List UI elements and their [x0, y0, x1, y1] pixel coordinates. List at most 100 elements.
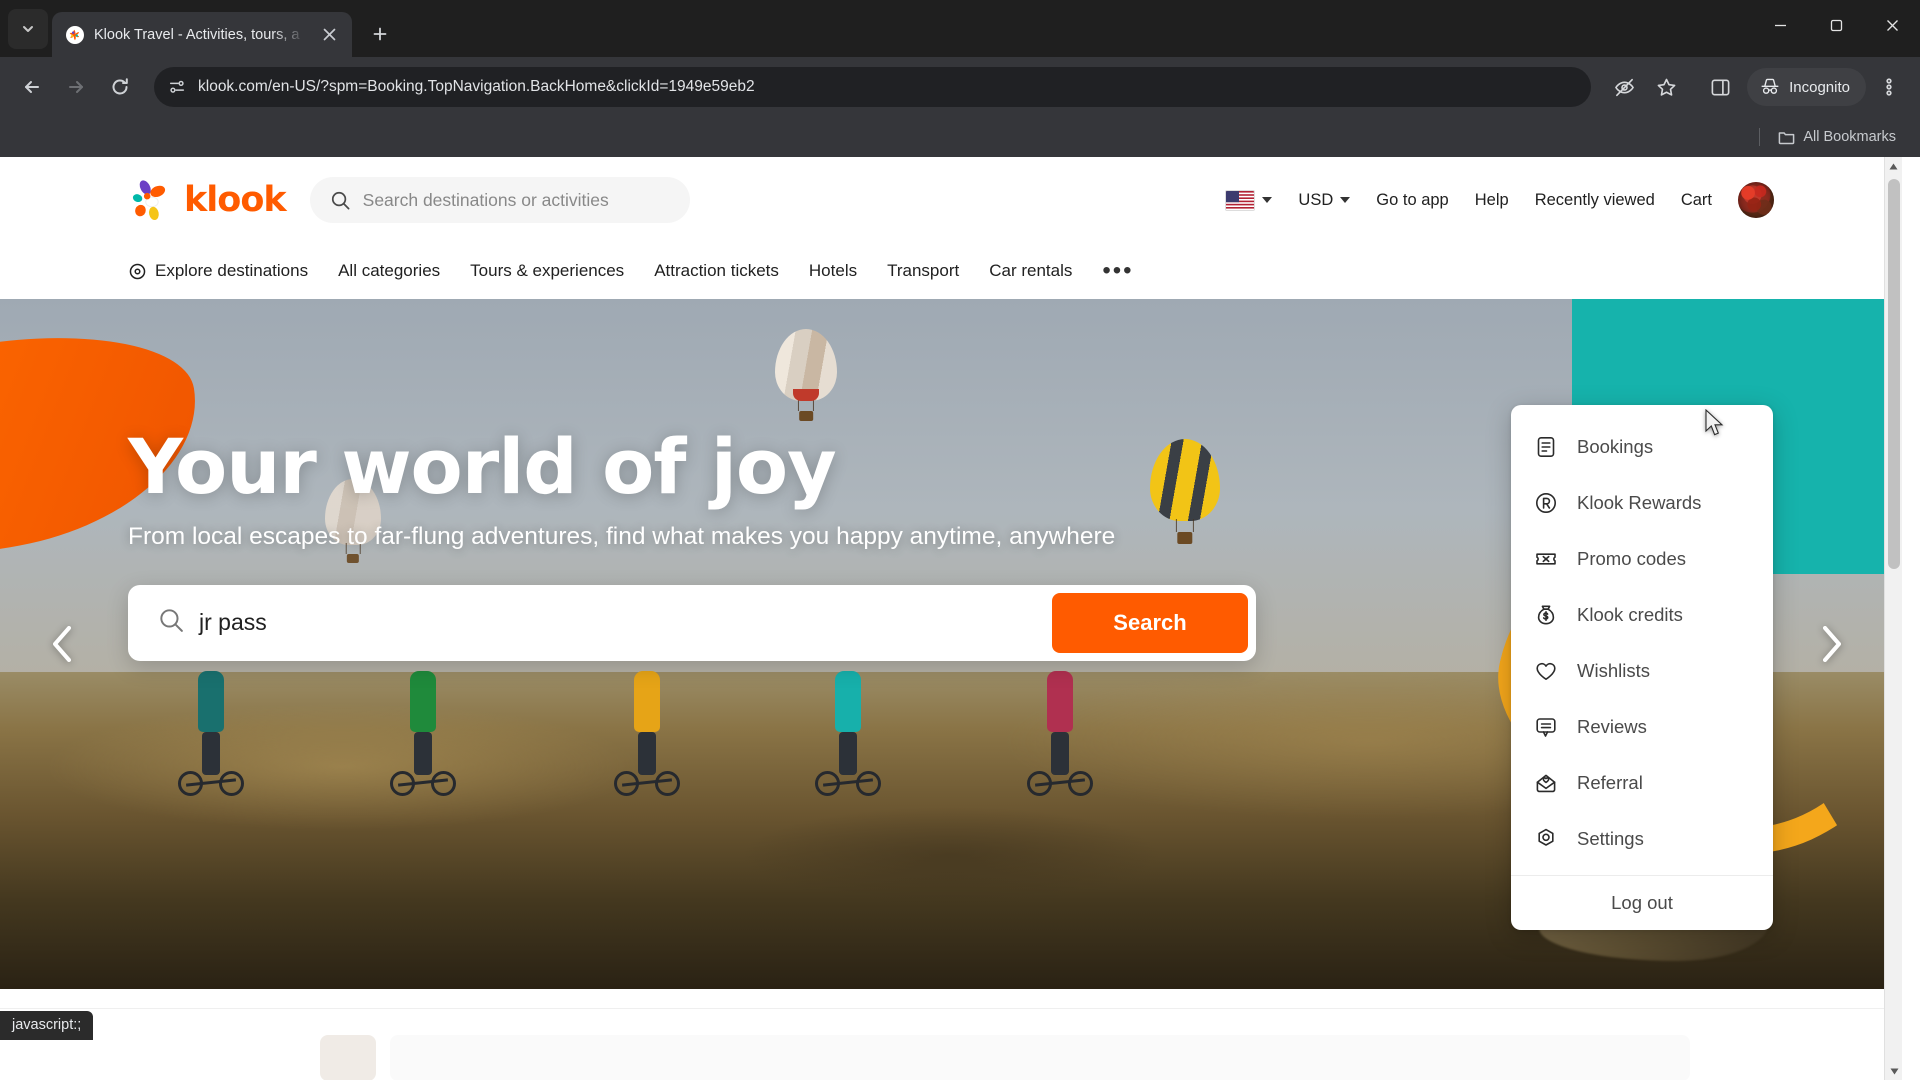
back-icon[interactable]: [12, 67, 52, 107]
browser-tab[interactable]: Klook Travel - Activities, tours, a: [52, 12, 352, 57]
header-link-cart[interactable]: Cart: [1681, 191, 1712, 210]
tracking-protection-icon[interactable]: [1605, 68, 1643, 106]
site-info-icon[interactable]: [168, 78, 186, 96]
page-viewport: klook Search destinations or activities: [0, 157, 1920, 1080]
nav-item-attraction-tickets[interactable]: Attraction tickets: [654, 261, 779, 281]
browser-window: Klook Travel - Activities, tours, a kloo…: [0, 0, 1920, 1080]
status-bubble: javascript:;: [0, 1011, 94, 1040]
klook-logo[interactable]: klook: [128, 177, 287, 223]
menu-item-label: Reviews: [1577, 716, 1647, 737]
site-header: klook Search destinations or activities: [0, 157, 1902, 243]
header-link-help[interactable]: Help: [1475, 191, 1509, 210]
window-controls: [1752, 0, 1920, 50]
browser-toolbar: klook.com/en-US/?spm=Booking.TopNavigati…: [0, 57, 1920, 117]
reload-icon[interactable]: [100, 67, 140, 107]
tab-search-icon[interactable]: [8, 9, 48, 49]
circled-r-icon: [1533, 490, 1559, 516]
currency-selector[interactable]: USD: [1298, 190, 1351, 210]
menu-item-label: Referral: [1577, 772, 1643, 793]
document-list-icon: [1533, 434, 1559, 460]
scrollbar-thumb[interactable]: [1888, 179, 1900, 569]
menu-item-settings[interactable]: Settings: [1511, 811, 1773, 867]
new-tab-button[interactable]: [362, 16, 398, 52]
menu-item-klook-credits[interactable]: Klook credits: [1511, 587, 1773, 643]
bookmarks-divider: [1759, 128, 1761, 146]
side-panel-icon[interactable]: [1701, 68, 1739, 106]
us-flag-icon: [1225, 189, 1256, 211]
money-bag-icon: [1533, 602, 1559, 628]
menu-item-bookings[interactable]: Bookings: [1511, 419, 1773, 475]
minimize-icon[interactable]: [1752, 0, 1808, 50]
close-icon[interactable]: [316, 22, 342, 48]
hero-search-input[interactable]: jr pass: [199, 609, 1038, 636]
header-right-nav: USD Go to app Help Recently viewed Cart: [1225, 182, 1902, 218]
header-link-go-to-app[interactable]: Go to app: [1376, 191, 1448, 210]
incognito-label: Incognito: [1789, 78, 1850, 96]
envelope-heart-icon: [1533, 770, 1559, 796]
gear-icon: [1533, 826, 1559, 852]
url-text: klook.com/en-US/?spm=Booking.TopNavigati…: [198, 78, 755, 95]
bookmarks-bar: All Bookmarks: [0, 117, 1920, 157]
speech-bubble-icon: [1533, 714, 1559, 740]
klook-homepage: klook Search destinations or activities: [0, 157, 1902, 1080]
menu-item-promo-codes[interactable]: Promo codes: [1511, 531, 1773, 587]
nav-more-icon[interactable]: •••: [1102, 259, 1133, 283]
nav-item-hotels[interactable]: Hotels: [809, 261, 857, 281]
klook-logo-mark: [128, 177, 174, 223]
nav-item-all-categories[interactable]: All categories: [338, 261, 440, 281]
menu-item-referral[interactable]: Referral: [1511, 755, 1773, 811]
chrome-menu-icon[interactable]: [1870, 68, 1908, 106]
nav-item-car-rentals[interactable]: Car rentals: [989, 261, 1072, 281]
klook-logo-text: klook: [184, 180, 287, 220]
chevron-down-icon: [1340, 197, 1351, 203]
hero-search-button[interactable]: Search: [1052, 592, 1248, 653]
page-scrollbar[interactable]: [1884, 157, 1902, 1080]
nav-item-tours-experiences[interactable]: Tours & experiences: [470, 261, 624, 281]
account-dropdown-menu: Bookings Klook Rewards Promo codes Klook…: [1511, 405, 1773, 930]
hero-cyclists: [152, 642, 1331, 796]
logout-button[interactable]: Log out: [1511, 876, 1773, 930]
menu-item-klook-rewards[interactable]: Klook Rewards: [1511, 475, 1773, 531]
chevron-down-icon: [1262, 197, 1273, 203]
region-selector[interactable]: [1225, 189, 1273, 211]
menu-item-label: Settings: [1577, 828, 1644, 849]
klook-favicon: [66, 25, 84, 44]
tab-strip: Klook Travel - Activities, tours, a: [0, 0, 1920, 57]
folder-icon: [1778, 131, 1795, 144]
category-nav: Explore destinations All categories Tour…: [0, 243, 1902, 299]
header-search-input[interactable]: Search destinations or activities: [309, 177, 690, 223]
incognito-badge[interactable]: Incognito: [1747, 68, 1866, 106]
location-pin-icon: [129, 263, 146, 279]
nav-item-explore-destinations[interactable]: Explore destinations: [128, 261, 308, 281]
menu-item-label: Promo codes: [1577, 548, 1686, 569]
forward-icon[interactable]: [56, 67, 96, 107]
header-search-placeholder: Search destinations or activities: [362, 189, 609, 210]
menu-item-reviews[interactable]: Reviews: [1511, 699, 1773, 755]
content-placeholder: [390, 1035, 1690, 1080]
scroll-down-icon[interactable]: [1885, 1062, 1903, 1080]
currency-label: USD: [1298, 190, 1334, 209]
avatar[interactable]: [1738, 182, 1774, 218]
search-icon: [331, 191, 350, 209]
menu-item-wishlists[interactable]: Wishlists: [1511, 643, 1773, 699]
menu-item-label: Klook Rewards: [1577, 492, 1702, 513]
hero-next-arrow[interactable]: [1804, 617, 1858, 671]
scroll-up-icon[interactable]: [1885, 157, 1902, 175]
content-placeholder: [320, 1035, 376, 1080]
hero-prev-arrow[interactable]: [36, 617, 90, 671]
nav-item-transport[interactable]: Transport: [887, 261, 959, 281]
menu-item-label: Wishlists: [1577, 660, 1650, 681]
hero-search-bar: jr pass Search: [128, 584, 1256, 661]
bookmark-star-icon[interactable]: [1647, 68, 1685, 106]
all-bookmarks-label: All Bookmarks: [1803, 129, 1896, 145]
close-window-icon[interactable]: [1864, 0, 1920, 50]
address-bar[interactable]: klook.com/en-US/?spm=Booking.TopNavigati…: [154, 67, 1592, 107]
header-link-recently-viewed[interactable]: Recently viewed: [1535, 191, 1655, 210]
tab-title: Klook Travel - Activities, tours, a: [94, 26, 300, 43]
nav-label: Explore destinations: [155, 261, 309, 280]
search-icon: [158, 607, 185, 639]
menu-item-label: Bookings: [1577, 436, 1654, 457]
maximize-icon[interactable]: [1808, 0, 1864, 50]
all-bookmarks-button[interactable]: All Bookmarks: [1770, 125, 1904, 150]
page-below-hero: [0, 1008, 1902, 1080]
